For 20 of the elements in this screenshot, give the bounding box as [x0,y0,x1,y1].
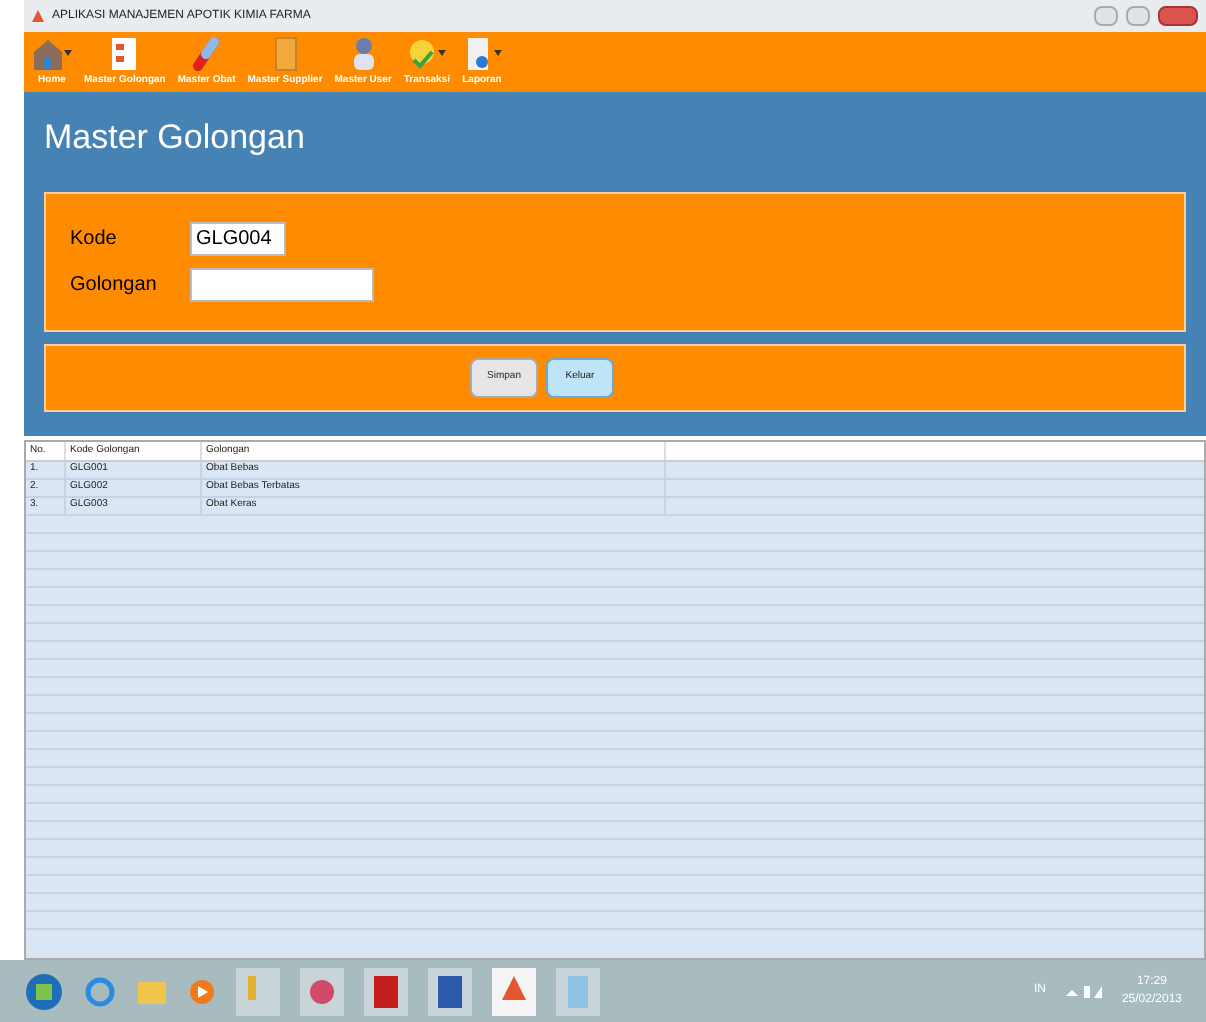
notepad-icon[interactable] [556,967,600,1015]
minimize-button[interactable] [1094,6,1118,26]
document-icon [108,35,141,71]
caret-icon [64,50,72,56]
field-label: Golongan [70,272,159,300]
input-field[interactable]: GLG004 [190,222,286,256]
caret-icon [493,50,502,56]
input-field[interactable] [190,268,374,302]
form-title: Master Golongan [44,116,307,160]
tray-icon[interactable] [1065,983,1102,999]
house-icon [32,35,64,71]
close-button[interactable] [1158,6,1198,26]
caret-icon [438,50,447,56]
document-icon[interactable] [428,967,472,1015]
app-icon[interactable] [492,967,536,1015]
maximize-button[interactable] [1126,6,1150,26]
pill-icon [190,35,223,71]
start-icon[interactable] [24,971,64,1011]
field-label: Kode [70,226,119,254]
app-icon [32,10,44,22]
